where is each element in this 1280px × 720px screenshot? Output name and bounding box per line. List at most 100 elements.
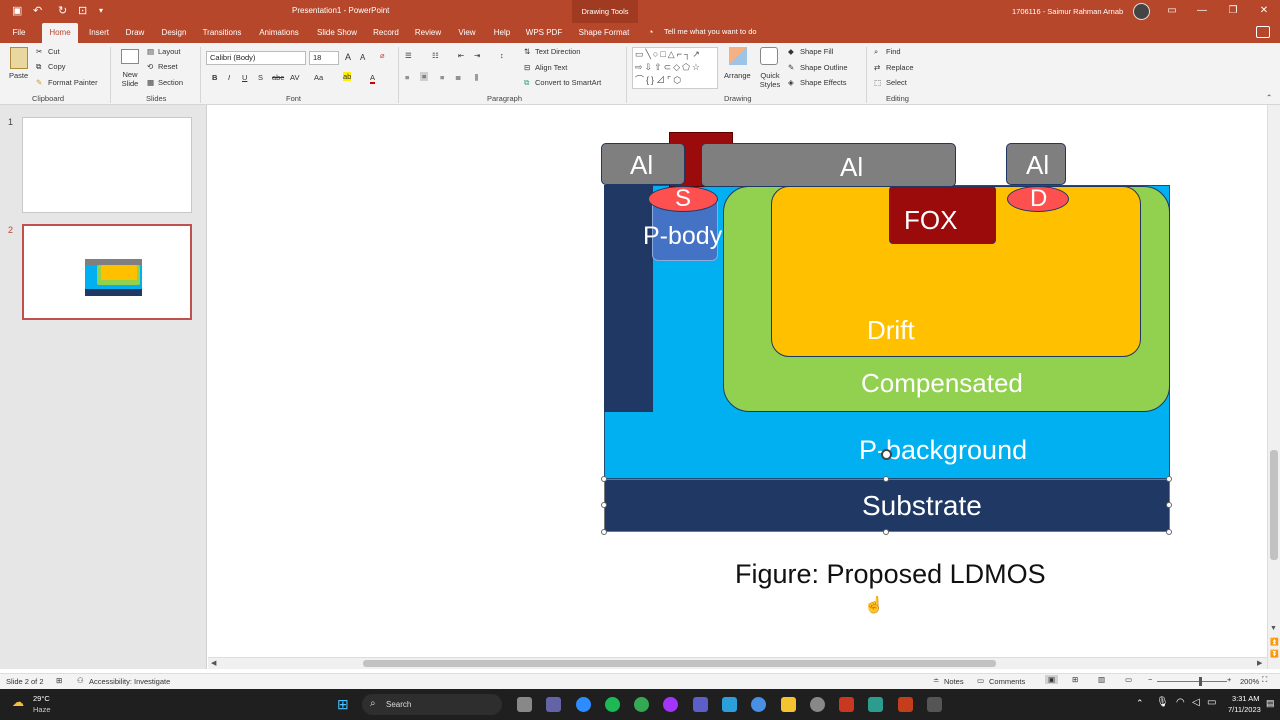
tray-overflow-icon[interactable]: ⌃ (1136, 698, 1144, 709)
increase-indent-icon[interactable]: ⇥ (474, 51, 480, 60)
clear-format-icon[interactable]: ⌀ (380, 51, 385, 60)
resize-handle[interactable] (601, 502, 607, 508)
tab-design[interactable]: Design (156, 23, 192, 43)
new-slide-button[interactable]: New Slide (118, 70, 142, 88)
prev-slide-icon[interactable]: ⏫ (1270, 638, 1279, 646)
redo-icon[interactable]: ↻ (58, 4, 67, 17)
change-case-icon[interactable]: Aa (314, 73, 323, 82)
powerpoint-icon[interactable] (898, 697, 913, 712)
columns-icon[interactable]: ⫼ (475, 73, 478, 83)
italic-icon[interactable]: I (228, 73, 230, 82)
cut-icon[interactable]: ✂ (36, 47, 42, 56)
font-color-icon[interactable]: A (370, 73, 376, 84)
quick-styles-button[interactable]: Quick Styles (756, 71, 784, 89)
qb-app-icon[interactable] (751, 697, 766, 712)
select-button[interactable]: Select (886, 78, 907, 87)
resize-handle[interactable] (601, 476, 607, 482)
tell-me-search[interactable]: Tell me what you want to do (664, 27, 757, 36)
decrease-font-icon[interactable]: A (360, 53, 365, 62)
layout-button[interactable]: Layout (158, 47, 181, 56)
app-icon[interactable] (927, 697, 942, 712)
zoom-level[interactable]: 200% (1240, 677, 1259, 686)
arrange-icon[interactable] (729, 47, 747, 65)
slide-thumbnail-2[interactable] (22, 224, 192, 320)
slideshow-view-icon[interactable]: ▭ (1125, 675, 1132, 684)
tab-draw[interactable]: Draw (120, 23, 150, 43)
layout-icon[interactable]: ▤ (147, 47, 154, 56)
notes-button[interactable]: Notes (944, 677, 964, 686)
chrome-icon[interactable] (634, 697, 649, 712)
zoom-slider-thumb[interactable] (1199, 677, 1202, 686)
notes-icon[interactable]: ≐ (933, 676, 939, 685)
bold-icon[interactable]: B (212, 73, 217, 82)
text-direction-button[interactable]: Text Direction (535, 47, 580, 56)
line-spacing-icon[interactable]: ↕ (500, 51, 504, 60)
section-icon[interactable]: ▦ (147, 78, 154, 87)
resize-handle[interactable] (1166, 529, 1172, 535)
format-painter-icon[interactable]: ✎ (36, 78, 42, 87)
comment-icon[interactable] (1256, 26, 1270, 38)
volume-icon[interactable]: ◁ (1192, 697, 1200, 708)
shape-outline-icon[interactable]: ✎ (788, 63, 794, 72)
app-icon[interactable] (810, 697, 825, 712)
customize-qat-icon[interactable]: ▾ (99, 6, 103, 15)
align-right-icon[interactable]: ≡ (440, 73, 444, 82)
font-name-combo[interactable]: Calibri (Body) (206, 51, 306, 65)
windows-start-icon[interactable]: ⊞ (337, 696, 349, 713)
tab-insert[interactable]: Insert (84, 23, 114, 43)
app-icon[interactable] (868, 697, 883, 712)
tab-home[interactable]: Home (42, 23, 78, 43)
find-button[interactable]: Find (886, 47, 901, 56)
scroll-right-icon[interactable]: ▶ (1257, 659, 1262, 667)
shape-outline-button[interactable]: Shape Outline (800, 63, 848, 72)
clock-time[interactable]: 3:31 AM (1232, 694, 1260, 703)
microphone-icon[interactable]: 🎙 (1156, 697, 1169, 708)
avatar[interactable] (1133, 3, 1150, 20)
smartart-icon[interactable]: ⧉ (524, 78, 529, 88)
collapse-ribbon-icon[interactable]: ⌃ (1266, 93, 1272, 102)
weather-icon[interactable]: ☁ (12, 695, 24, 709)
task-view-icon[interactable] (517, 697, 532, 712)
weather-text[interactable]: Haze (33, 705, 51, 714)
pillar-region[interactable] (604, 185, 653, 412)
resize-handle[interactable] (601, 529, 607, 535)
font-size-combo[interactable]: 18 (309, 51, 339, 65)
replace-button[interactable]: Replace (886, 63, 914, 72)
wifi-icon[interactable]: ◠ (1176, 697, 1185, 708)
cut-button[interactable]: Cut (48, 47, 60, 56)
spotify-icon[interactable] (605, 697, 620, 712)
tab-wps-pdf[interactable]: WPS PDF (522, 23, 566, 43)
shape-fill-icon[interactable]: ◆ (788, 47, 794, 56)
paste-button[interactable]: Paste (9, 71, 28, 80)
tab-file[interactable]: File (6, 23, 32, 43)
normal-view-icon[interactable]: ▣ (1045, 675, 1059, 684)
minimize-icon[interactable]: — (1190, 2, 1214, 20)
arrange-button[interactable]: Arrange (724, 71, 751, 80)
tab-review[interactable]: Review (410, 23, 446, 43)
present-icon[interactable]: ⊡ (78, 4, 87, 17)
section-button[interactable]: Section (158, 78, 183, 87)
tab-animations[interactable]: Animations (254, 23, 304, 43)
battery-icon[interactable]: ▭ (1207, 697, 1216, 708)
accessibility-status[interactable]: Accessibility: Investigate (89, 677, 170, 686)
replace-icon[interactable]: ⇄ (874, 63, 880, 72)
shapes-gallery[interactable]: ▭╲○□△⌐┐↗ ⇨⇩⇧⊂◇⬠☆ ⌒{}⊿⌜⬡ (632, 47, 718, 89)
resize-handle[interactable] (1166, 476, 1172, 482)
zoom-out-icon[interactable]: − (1148, 675, 1152, 684)
paste-icon[interactable] (10, 47, 28, 69)
new-slide-icon[interactable] (121, 49, 139, 64)
numbering-icon[interactable]: ☷ (432, 51, 439, 60)
l-app-icon[interactable] (722, 697, 737, 712)
copy-button[interactable]: Copy (48, 62, 66, 71)
underline-icon[interactable]: U (242, 73, 247, 82)
comments-button[interactable]: Comments (989, 677, 1025, 686)
vertical-scrollbar[interactable]: ▼ ⏫ ⏬ (1267, 105, 1280, 669)
scroll-down-icon[interactable]: ▼ (1270, 625, 1277, 632)
slide-thumbnail-1[interactable] (22, 117, 192, 213)
tab-transitions[interactable]: Transitions (198, 23, 246, 43)
figure-caption[interactable]: Figure: Proposed LDMOS (735, 559, 1046, 590)
tab-shape-format[interactable]: Shape Format (574, 23, 634, 43)
accessibility-icon[interactable]: ⚇ (77, 676, 84, 685)
justify-icon[interactable]: ≣ (455, 73, 461, 82)
select-icon[interactable]: ⬚ (874, 78, 881, 87)
